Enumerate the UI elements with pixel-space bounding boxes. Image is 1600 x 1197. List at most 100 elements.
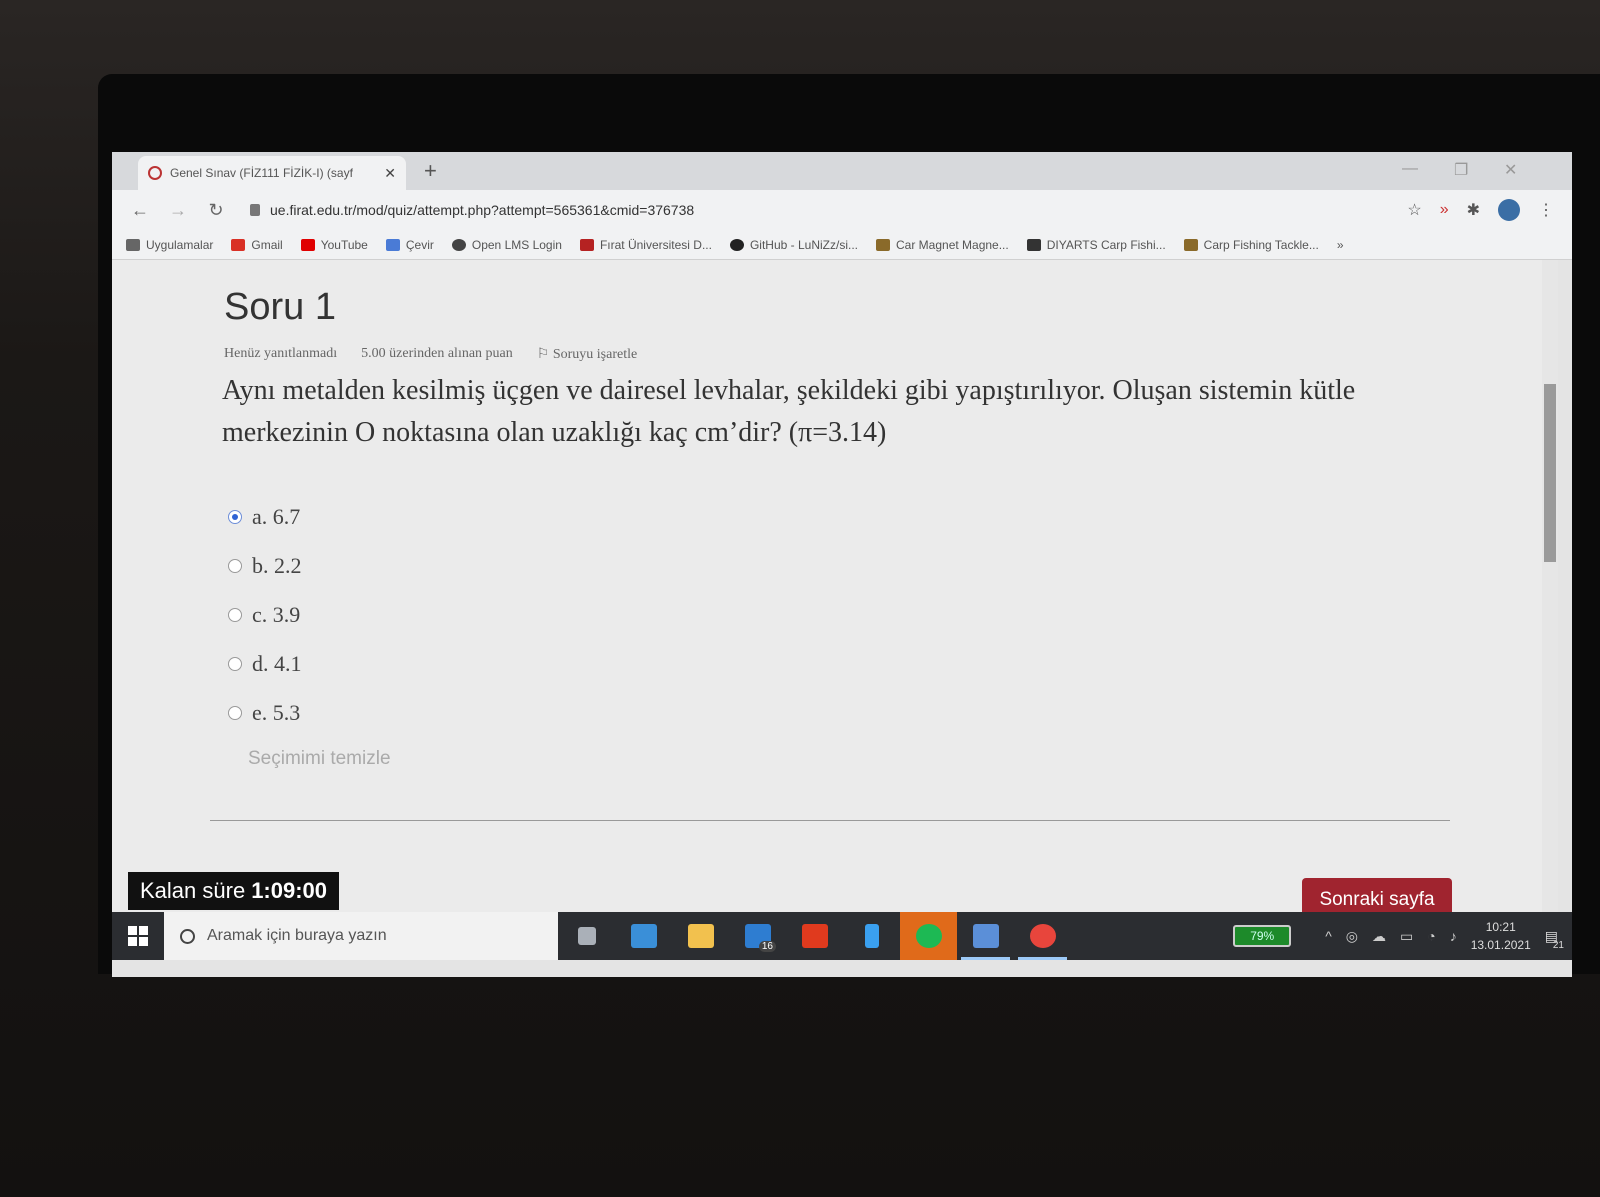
bookmark-item[interactable]: DIYARTS Carp Fishi... [1026,237,1166,252]
bookmark-label: Car Magnet Magne... [896,237,1009,252]
answer-radio[interactable] [228,656,242,671]
back-icon[interactable]: ← [130,200,150,221]
bookmark-label: GitHub - LuNiZz/si... [749,237,858,252]
taskbar-app[interactable] [900,912,957,960]
bookmarks-bar: Uygulamalar Gmail YouTube Çevir Open LMS… [112,230,1572,260]
extensions-puzzle-icon[interactable]: ✱ [1467,200,1480,220]
timer-value: 1:09:00 [251,878,328,903]
bookmark-item[interactable]: GitHub - LuNiZz/si... [729,237,858,252]
time-remaining: Kalan süre 1:09:00 [128,872,340,910]
bookmark-item[interactable]: Uygulamalar [126,238,213,252]
question-info: Henüz yanıtlanmadı 5.00 üzerinden alınan… [224,346,637,363]
bookmark-item[interactable]: Car Magnet Magne... [876,238,1009,252]
start-button[interactable] [112,912,164,960]
bookmark-item[interactable]: Gmail [231,237,283,252]
notification-count: 21 [1552,939,1564,951]
bookmark-star-icon[interactable]: ☆ [1407,200,1421,220]
question-text: Aynı metalden kesilmiş üçgen ve dairesel… [222,375,1356,448]
more-bookmarks-icon[interactable]: » [1337,238,1344,252]
answer-radio[interactable] [228,558,242,573]
bookmark-item[interactable]: Çevir [385,238,434,252]
phone-icon [864,924,879,948]
task-view-button[interactable] [558,912,615,960]
amazon-icon [1026,238,1041,251]
taskbar-app[interactable] [843,912,900,960]
volume-icon[interactable]: ♪ [1450,928,1457,944]
search-icon [180,928,195,944]
answer-radio[interactable] [228,607,242,622]
university-logo-icon [579,238,594,251]
folder-icon [687,924,714,948]
lock-icon [250,204,260,216]
system-tray: 79% ^ ◎ ☁ ▭ ◔ ♪ 10:21 13.01.2021 ▤ 21 [1233,918,1572,954]
clock-time: 10:21 [1485,920,1516,934]
new-tab-icon[interactable]: + [424,158,437,184]
answer-label: e. 5.3 [252,699,301,725]
flag-question-link[interactable]: ⚐ Soruyu işaretle [537,346,637,363]
chevron-up-icon[interactable]: ^ [1325,928,1332,944]
search-placeholder: Aramak için buraya yazın [207,927,387,944]
taskbar-app[interactable] [615,912,672,960]
taskbar-search[interactable]: Aramak için buraya yazın [164,912,558,960]
reload-icon[interactable]: ↻ [206,200,226,221]
answer-label: d. 4.1 [252,650,302,676]
clear-selection-link[interactable]: Seçimimi temizle [248,748,391,770]
next-page-button[interactable]: Sonraki sayfa [1302,878,1452,916]
network-app-icon [630,924,657,948]
windows-logo-icon [128,926,148,946]
bookmark-label: Gmail [251,237,283,252]
close-tab-icon[interactable]: ✕ [384,165,396,182]
scrollbar-thumb[interactable] [1544,384,1556,562]
minimize-icon[interactable]: — [1402,160,1418,178]
answer-option[interactable]: c. 3.9 [228,590,302,639]
answer-option[interactable]: a. 6.7 [228,492,302,541]
gmail-icon [231,238,246,251]
youtube-icon [300,238,315,251]
url-text: ue.firat.edu.tr/mod/quiz/attempt.php?att… [270,202,695,218]
answer-option[interactable]: b. 2.2 [228,541,302,590]
bookmark-label: Open LMS Login [471,237,562,252]
flag-label: Soruyu işaretle [552,347,638,362]
taskbar-app[interactable] [957,912,1014,960]
browser-tab[interactable]: Genel Sınav (FİZ111 FİZİK-I) (sayf ✕ [138,156,406,190]
answer-option[interactable]: e. 5.3 [228,688,302,737]
windows-taskbar: Aramak için buraya yazın 16 79% ^ ◎ ☁ ▭ … [112,912,1572,960]
answer-option[interactable]: d. 4.1 [228,639,302,688]
answer-radio[interactable] [228,705,242,720]
battery-indicator[interactable]: 79% [1233,925,1292,947]
bookmark-item[interactable]: Carp Fishing Tackle... [1183,237,1319,252]
page-scrollbar[interactable] [1542,260,1558,912]
notification-icon[interactable]: ▤ 21 [1545,928,1564,951]
extension-chevron-icon[interactable]: » [1440,201,1449,219]
cloud-icon[interactable]: ☁ [1372,928,1386,945]
menu-dots-icon[interactable]: ⋮ [1538,200,1554,220]
meet-icon[interactable]: ◎ [1346,928,1358,945]
taskbar-app[interactable] [672,912,729,960]
bookmark-label: Fırat Üniversitesi D... [599,237,712,252]
bookmark-item[interactable]: YouTube [300,238,368,252]
taskbar-app[interactable] [1014,912,1071,960]
site-favicon-icon [148,166,162,180]
bookmark-label: DIYARTS Carp Fishi... [1046,237,1166,252]
apps-grid-icon [126,238,140,251]
answer-list: a. 6.7 b. 2.2 c. 3.9 d. 4.1 e. 5.3 [228,492,302,737]
address-bar[interactable]: ue.firat.edu.tr/mod/quiz/attempt.php?att… [244,195,1389,225]
question-status: Henüz yanıtlanmadı [224,346,338,361]
clock[interactable]: 10:21 13.01.2021 [1471,918,1531,954]
answer-radio[interactable] [228,509,242,524]
taskbar-app[interactable] [786,912,843,960]
profile-avatar[interactable] [1498,199,1520,221]
tab-title: Genel Sınav (FİZ111 FİZİK-I) (sayf [170,166,353,180]
bookmark-item[interactable]: Fırat Üniversitesi D... [579,237,712,252]
bookmark-label: Carp Fishing Tackle... [1203,237,1319,252]
wifi-icon[interactable]: ◔ [1427,928,1435,944]
window-close-icon[interactable]: ✕ [1504,160,1517,180]
forward-icon[interactable]: → [168,200,188,221]
question-points: 5.00 üzerinden alınan puan [361,346,513,361]
browser-toolbar: ← → ↻ ue.firat.edu.tr/mod/quiz/attempt.p… [112,190,1572,230]
battery-icon[interactable]: ▭ [1400,928,1413,945]
bookmark-item[interactable]: Open LMS Login [451,237,562,252]
restore-icon[interactable]: ❐ [1454,160,1468,180]
answer-label: c. 3.9 [252,601,301,627]
taskbar-app[interactable]: 16 [729,912,786,960]
